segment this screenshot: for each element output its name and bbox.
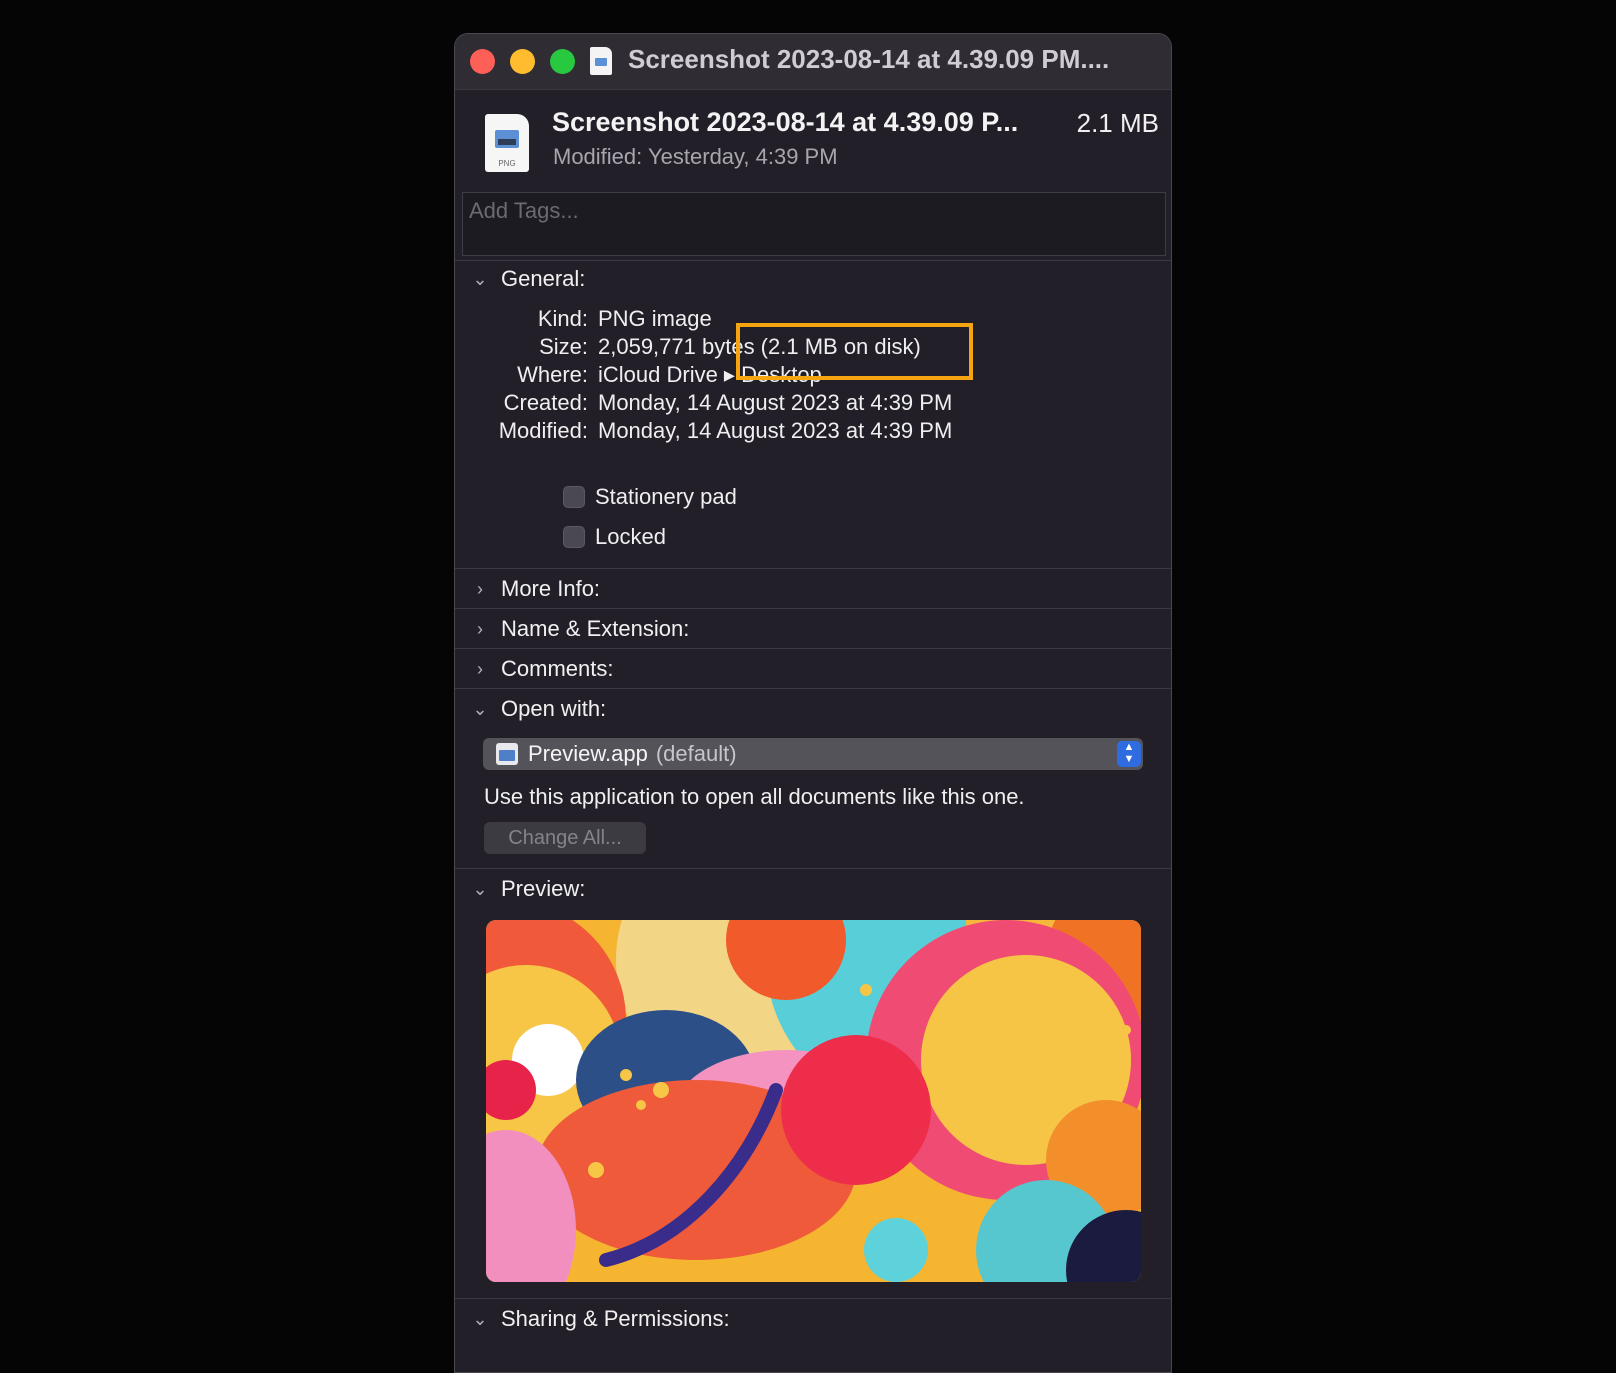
section-comments-label: Comments: [501, 656, 614, 681]
preview-image [486, 920, 1141, 1282]
stationery-pad-checkbox[interactable] [563, 486, 585, 508]
created-label: Created: [503, 390, 588, 415]
modified-date-value: Monday, 14 August 2023 at 4:39 PM [598, 418, 953, 443]
section-preview[interactable]: ⌄ Preview: [469, 872, 585, 906]
modified-label: Modified: [553, 144, 643, 169]
stationery-pad-label: Stationery pad [595, 484, 737, 509]
locked-checkbox[interactable] [563, 526, 585, 548]
section-sharing-label: Sharing & Permissions: [501, 1306, 730, 1331]
tags-input[interactable] [463, 193, 1165, 255]
close-button[interactable] [470, 49, 495, 74]
where-label: Where: [517, 362, 588, 387]
section-name-extension[interactable]: › Name & Extension: [469, 612, 689, 646]
stationery-pad-row[interactable]: Stationery pad [563, 484, 737, 510]
divider [455, 568, 1171, 569]
popup-stepper-icon[interactable]: ▲ ▼ [1117, 741, 1141, 767]
locked-row[interactable]: Locked [563, 524, 666, 550]
window-title: Screenshot 2023-08-14 at 4.39.09 PM.... [628, 44, 1110, 74]
section-open-with[interactable]: ⌄ Open with: [469, 692, 606, 726]
modified-date-label: Modified: [498, 418, 588, 443]
file-name: Screenshot 2023-08-14 at 4.39.09 P... [552, 107, 1019, 137]
created-value: Monday, 14 August 2023 at 4:39 PM [598, 390, 953, 415]
section-comments[interactable]: › Comments: [469, 652, 613, 686]
divider [455, 260, 1171, 261]
file-size: 2.1 MB [1076, 108, 1159, 138]
modified-line: Modified: Yesterday, 4:39 PM [553, 144, 838, 170]
change-all-button[interactable]: Change All... [484, 822, 646, 854]
open-with-description: Use this application to open all documen… [484, 784, 1025, 809]
divider [455, 868, 1171, 869]
chevron-right-icon[interactable]: › [469, 578, 491, 600]
section-sharing-permissions[interactable]: ⌄ Sharing & Permissions: [469, 1302, 730, 1336]
divider [455, 648, 1171, 649]
chevron-down-icon[interactable]: ⌄ [469, 878, 491, 900]
open-with-popup[interactable]: Preview.app (default) ▲ ▼ [483, 738, 1143, 770]
section-more-info-label: More Info: [501, 576, 601, 601]
abstract-artwork [486, 920, 1141, 1282]
divider [455, 1298, 1171, 1299]
open-with-default-tag: (default) [655, 741, 737, 766]
modified-value: Yesterday, 4:39 PM [648, 144, 838, 169]
chevron-right-icon[interactable]: › [469, 658, 491, 680]
size-highlight-box [736, 323, 973, 380]
chevron-down-icon[interactable]: ⌄ [469, 1308, 491, 1330]
image-thumbnail-icon [495, 130, 519, 148]
minimize-button[interactable] [510, 49, 535, 74]
section-name-extension-label: Name & Extension: [501, 616, 690, 641]
file-type-badge: PNG [498, 159, 516, 168]
locked-label: Locked [595, 524, 666, 549]
section-more-info[interactable]: › More Info: [469, 572, 600, 606]
file-header: PNG Screenshot 2023-08-14 at 4.39.09 P..… [455, 90, 1171, 190]
chevron-right-icon[interactable]: › [469, 618, 491, 640]
zoom-button[interactable] [550, 49, 575, 74]
chevron-down-icon[interactable]: ⌄ [469, 268, 491, 290]
get-info-window: Screenshot 2023-08-14 at 4.39.09 PM.... … [454, 33, 1172, 1373]
tags-field-container [462, 192, 1166, 256]
divider [455, 608, 1171, 609]
title-bar[interactable]: Screenshot 2023-08-14 at 4.39.09 PM.... [455, 34, 1171, 90]
section-general-label: General: [501, 266, 586, 291]
kind-value: PNG image [598, 306, 712, 331]
chevron-down-icon[interactable]: ⌄ [469, 698, 491, 720]
section-open-with-label: Open with: [501, 696, 607, 721]
png-file-icon: PNG [485, 114, 529, 172]
kind-label: Kind: [537, 306, 588, 331]
section-general[interactable]: ⌄ General: [469, 262, 585, 296]
divider [455, 688, 1171, 689]
size-label: Size: [539, 334, 588, 359]
open-with-app-name: Preview.app [528, 741, 648, 766]
document-icon [590, 47, 612, 75]
section-preview-label: Preview: [501, 876, 586, 901]
preview-app-icon [496, 743, 518, 765]
